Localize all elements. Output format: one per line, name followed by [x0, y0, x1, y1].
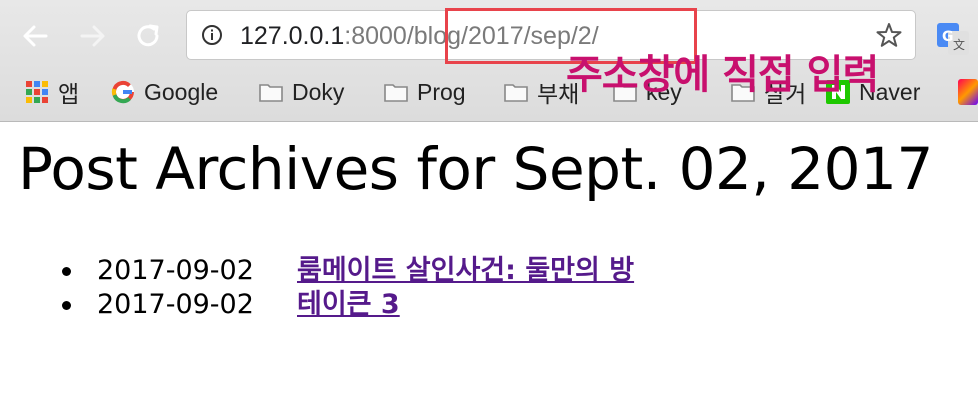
bullet-icon — [62, 267, 71, 276]
page-title: Post Archives for Sept. 02, 2017 — [18, 135, 933, 203]
bullet-icon — [62, 301, 71, 310]
extension-icon — [958, 79, 978, 105]
bookmark-label: Doky — [292, 78, 345, 105]
google-icon — [111, 80, 134, 104]
svg-text:G: G — [942, 29, 954, 45]
post-title-link[interactable]: 룸메이트 살인사건: 둘만의 방 — [297, 254, 634, 288]
arrow-right-icon — [80, 25, 105, 47]
google-translate-icon: G 文 — [937, 23, 969, 55]
folder-icon — [259, 84, 283, 102]
svg-text:文: 文 — [953, 37, 965, 52]
back-button[interactable] — [18, 18, 54, 54]
reload-icon — [137, 24, 159, 47]
bookmark-apps[interactable]: 앱 — [24, 74, 79, 110]
bookmark-label: Google — [144, 78, 219, 105]
bookmark-star-icon[interactable] — [875, 21, 903, 49]
bookmark-google[interactable]: Google — [110, 74, 218, 110]
url-port: :8000 — [344, 22, 407, 50]
bookmark-label: Prog — [417, 78, 466, 105]
url-host: 127.0.0.1 — [240, 22, 345, 50]
annotation-text: 주소창에 직접 입력 — [566, 52, 879, 98]
post-title-link[interactable]: 테이큰 3 — [297, 288, 400, 322]
folder-icon — [384, 84, 408, 102]
bookmark-folder-doky[interactable]: Doky — [258, 74, 344, 110]
apps-grid-icon — [26, 81, 48, 103]
post-date: 2017-09-02 — [97, 255, 254, 286]
post-date: 2017-09-02 — [97, 289, 254, 320]
forward-button[interactable] — [74, 18, 110, 54]
bookmark-overflow[interactable] — [958, 74, 978, 110]
reload-button[interactable] — [130, 18, 166, 54]
info-icon[interactable] — [201, 24, 223, 46]
browser-chrome: 127.0.0.1:8000/blog/2017/sep/2/ G 文 앱 Go… — [0, 0, 978, 122]
folder-icon — [504, 84, 528, 102]
bookmark-label: 앱 — [58, 81, 80, 107]
arrow-left-icon — [23, 25, 48, 47]
bookmark-folder-prog[interactable]: Prog — [383, 74, 466, 110]
translate-extension-button[interactable]: G 文 — [936, 22, 970, 56]
